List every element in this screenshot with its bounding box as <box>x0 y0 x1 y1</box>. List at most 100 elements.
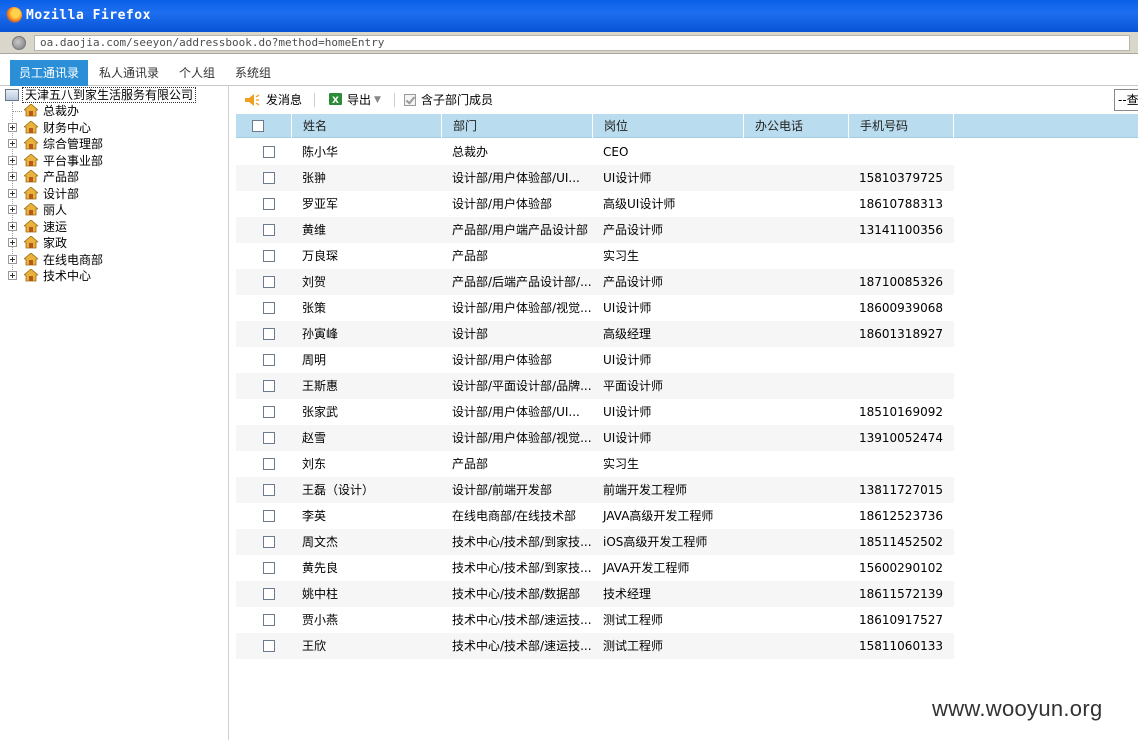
table-row[interactable]: 孙寅峰 设计部 高级经理 18601318927 <box>236 321 954 347</box>
table-row[interactable]: 张家武 设计部/用户体验部/UI... UI设计师 18510169092 <box>236 399 954 425</box>
header-mobile[interactable]: 手机号码 <box>849 114 954 138</box>
row-checkbox[interactable] <box>263 536 275 548</box>
tree-node[interactable]: 设计部 <box>8 185 218 202</box>
cell-name[interactable]: 王斯惠 <box>292 373 442 399</box>
row-checkbox[interactable] <box>263 354 275 366</box>
table-row[interactable]: 陈小华 总裁办 CEO <box>236 139 954 165</box>
table-row[interactable]: 万良琛 产品部 实习生 <box>236 243 954 269</box>
cell-name[interactable]: 刘贺 <box>292 269 442 295</box>
tree-root-label[interactable]: 天津五八到家生活服务有限公司 <box>22 87 197 103</box>
header-name[interactable]: 姓名 <box>292 114 442 138</box>
cell-name[interactable]: 周明 <box>292 347 442 373</box>
tree-node[interactable]: 家政 <box>8 235 218 251</box>
table-row[interactable]: 罗亚军 设计部/用户体验部 高级UI设计师 18610788313 <box>236 191 954 217</box>
cell-name[interactable]: 黄先良 <box>292 555 442 581</box>
expand-icon[interactable] <box>8 271 17 280</box>
table-row[interactable]: 赵雪 设计部/用户体验部/视觉... UI设计师 13910052474 <box>236 425 954 451</box>
table-row[interactable]: 王斯惠 设计部/平面设计部/品牌... 平面设计师 <box>236 373 954 399</box>
row-checkbox[interactable] <box>263 614 275 626</box>
table-row[interactable]: 王磊（设计） 设计部/前端开发部 前端开发工程师 13811727015 <box>236 477 954 503</box>
tree-node[interactable]: 在线电商部 <box>8 251 218 268</box>
table-row[interactable]: 周明 设计部/用户体验部 UI设计师 <box>236 347 954 373</box>
tree-node[interactable]: 总裁办 <box>8 103 218 119</box>
cell-name[interactable]: 王欣 <box>292 633 442 659</box>
row-checkbox[interactable] <box>263 510 275 522</box>
row-checkbox[interactable] <box>263 198 275 210</box>
row-checkbox[interactable] <box>263 588 275 600</box>
cell-name[interactable]: 王磊（设计） <box>292 477 442 503</box>
cell-name[interactable]: 陈小华 <box>292 139 442 165</box>
expand-icon[interactable] <box>8 188 17 198</box>
tab-personal-group[interactable]: 个人组 <box>170 60 224 86</box>
cell-name[interactable]: 李英 <box>292 503 442 529</box>
table-row[interactable]: 黄维 产品部/用户端产品设计部 产品设计师 13141100356 <box>236 217 954 243</box>
row-checkbox[interactable] <box>263 328 275 340</box>
cell-name[interactable]: 张家武 <box>292 399 442 425</box>
row-checkbox[interactable] <box>263 224 275 236</box>
table-row[interactable]: 张翀 设计部/用户体验部/UI... UI设计师 15810379725 <box>236 165 954 191</box>
expand-icon[interactable] <box>8 155 17 165</box>
department-icon <box>22 103 40 117</box>
window-title: Mozilla Firefox <box>26 8 151 23</box>
expand-icon[interactable] <box>8 238 17 247</box>
expand-icon[interactable] <box>8 172 17 181</box>
tab-staff-directory[interactable]: 员工通讯录 <box>10 60 89 86</box>
cell-name[interactable]: 姚中柱 <box>292 581 442 607</box>
expand-icon[interactable] <box>8 254 17 264</box>
tree-node[interactable]: 综合管理部 <box>8 136 218 152</box>
row-checkbox[interactable] <box>263 432 275 444</box>
include-sub-checkbox[interactable] <box>404 94 416 106</box>
cell-name[interactable]: 张翀 <box>292 165 442 191</box>
cell-name[interactable]: 刘东 <box>292 451 442 477</box>
tab-private-directory[interactable]: 私人通讯录 <box>90 60 168 86</box>
row-checkbox[interactable] <box>263 276 275 288</box>
row-checkbox[interactable] <box>263 484 275 496</box>
cell-name[interactable]: 张策 <box>292 295 442 321</box>
row-checkbox[interactable] <box>263 302 275 314</box>
row-checkbox[interactable] <box>263 146 275 158</box>
cell-name[interactable]: 贾小燕 <box>292 607 442 633</box>
cell-name[interactable]: 周文杰 <box>292 529 442 555</box>
url-input[interactable]: oa.daojia.com/seeyon/addressbook.do?meth… <box>34 35 1130 51</box>
table-row[interactable]: 黄先良 技术中心/技术部/到家技... JAVA开发工程师 15600290102 <box>236 555 954 581</box>
table-row[interactable]: 李英 在线电商部/在线技术部 JAVA高级开发工程师 18612523736 <box>236 503 954 529</box>
tree-node[interactable]: 平台事业部 <box>8 152 218 169</box>
row-checkbox[interactable] <box>263 406 275 418</box>
expand-icon[interactable] <box>8 139 17 148</box>
table-row[interactable]: 刘东 产品部 实习生 <box>236 451 954 477</box>
query-field-select[interactable]: --查 <box>1114 89 1138 111</box>
tab-system-group[interactable]: 系统组 <box>226 60 280 86</box>
row-checkbox[interactable] <box>263 250 275 262</box>
table-row[interactable]: 周文杰 技术中心/技术部/到家技... iOS高级开发工程师 18511452502 <box>236 529 954 555</box>
table-row[interactable]: 张策 设计部/用户体验部/视觉... UI设计师 18600939068 <box>236 295 954 321</box>
tree-node[interactable]: 产品部 <box>8 169 218 185</box>
expand-icon[interactable] <box>8 205 17 214</box>
expand-icon[interactable] <box>8 122 17 132</box>
cell-name[interactable]: 万良琛 <box>292 243 442 269</box>
cell-name[interactable]: 黄维 <box>292 217 442 243</box>
row-checkbox[interactable] <box>263 562 275 574</box>
cell-office-phone <box>744 451 849 477</box>
cell-name[interactable]: 赵雪 <box>292 425 442 451</box>
row-checkbox[interactable] <box>263 640 275 652</box>
tree-node[interactable]: 速运 <box>8 218 218 235</box>
table-row[interactable]: 姚中柱 技术中心/技术部/数据部 技术经理 18611572139 <box>236 581 954 607</box>
table-row[interactable]: 刘贺 产品部/后端产品设计部/... 产品设计师 18710085326 <box>236 269 954 295</box>
tree-root[interactable]: 天津五八到家生活服务有限公司 <box>0 87 228 103</box>
cell-name[interactable]: 罗亚军 <box>292 191 442 217</box>
site-identity-icon[interactable] <box>12 36 26 50</box>
tree-node[interactable]: 技术中心 <box>8 268 218 284</box>
row-checkbox[interactable] <box>263 458 275 470</box>
table-row[interactable]: 贾小燕 技术中心/技术部/速运技... 测试工程师 18610917527 <box>236 607 954 633</box>
header-department[interactable]: 部门 <box>442 114 593 138</box>
select-all-checkbox[interactable] <box>252 120 264 132</box>
header-office-phone[interactable]: 办公电话 <box>744 114 849 138</box>
header-position[interactable]: 岗位 <box>593 114 744 138</box>
tree-node[interactable]: 丽人 <box>8 202 218 218</box>
row-checkbox[interactable] <box>263 380 275 392</box>
cell-name[interactable]: 孙寅峰 <box>292 321 442 347</box>
row-checkbox[interactable] <box>263 172 275 184</box>
tree-node[interactable]: 财务中心 <box>8 119 218 136</box>
expand-icon[interactable] <box>8 221 17 231</box>
table-row[interactable]: 王欣 技术中心/技术部/速运技... 测试工程师 15811060133 <box>236 633 954 659</box>
